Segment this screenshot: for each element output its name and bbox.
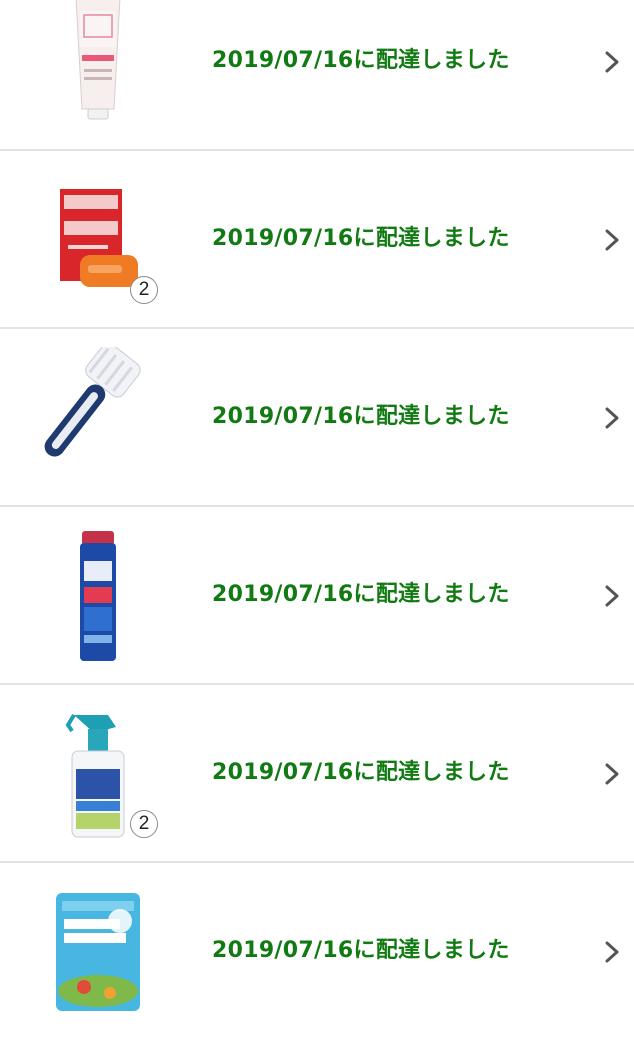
delivery-status: 2019/07/16に配達しました (212, 582, 510, 607)
spray-can-icon (28, 525, 168, 665)
delivery-status: 2019/07/16に配達しました (212, 404, 510, 429)
chevron-right-icon (602, 941, 622, 963)
delivery-status: 2019/07/16に配達しました (212, 226, 510, 251)
order-row[interactable]: 2019/07/16に配達しました (0, 507, 634, 685)
chevron-right-icon (602, 407, 622, 429)
delivery-status: 2019/07/16に配達しました (212, 48, 510, 73)
order-row[interactable]: 2019/07/16に配達しました (0, 329, 634, 507)
order-list: 2019/07/16に配達しました 2 2019/07/16に配達しました 20… (0, 0, 634, 1041)
face-wash-tube-icon (28, 0, 168, 131)
order-row[interactable]: 2019/07/16に配達しました (0, 0, 634, 151)
cleaning-brush-icon (28, 347, 168, 487)
quantity-badge: 2 (130, 276, 158, 304)
delivery-status: 2019/07/16に配達しました (212, 760, 510, 785)
delivery-status: 2019/07/16に配達しました (212, 938, 510, 963)
order-row[interactable]: 2 2019/07/16に配達しました (0, 151, 634, 329)
chevron-right-icon (602, 763, 622, 785)
order-row[interactable]: 2 2019/07/16に配達しました (0, 685, 634, 863)
quantity-badge: 2 (130, 810, 158, 838)
chevron-right-icon (602, 585, 622, 607)
chevron-right-icon (602, 229, 622, 251)
dextrin-bag-icon (28, 881, 168, 1021)
order-row[interactable]: 2019/07/16に配達しました (0, 863, 634, 1041)
chevron-right-icon (602, 51, 622, 73)
